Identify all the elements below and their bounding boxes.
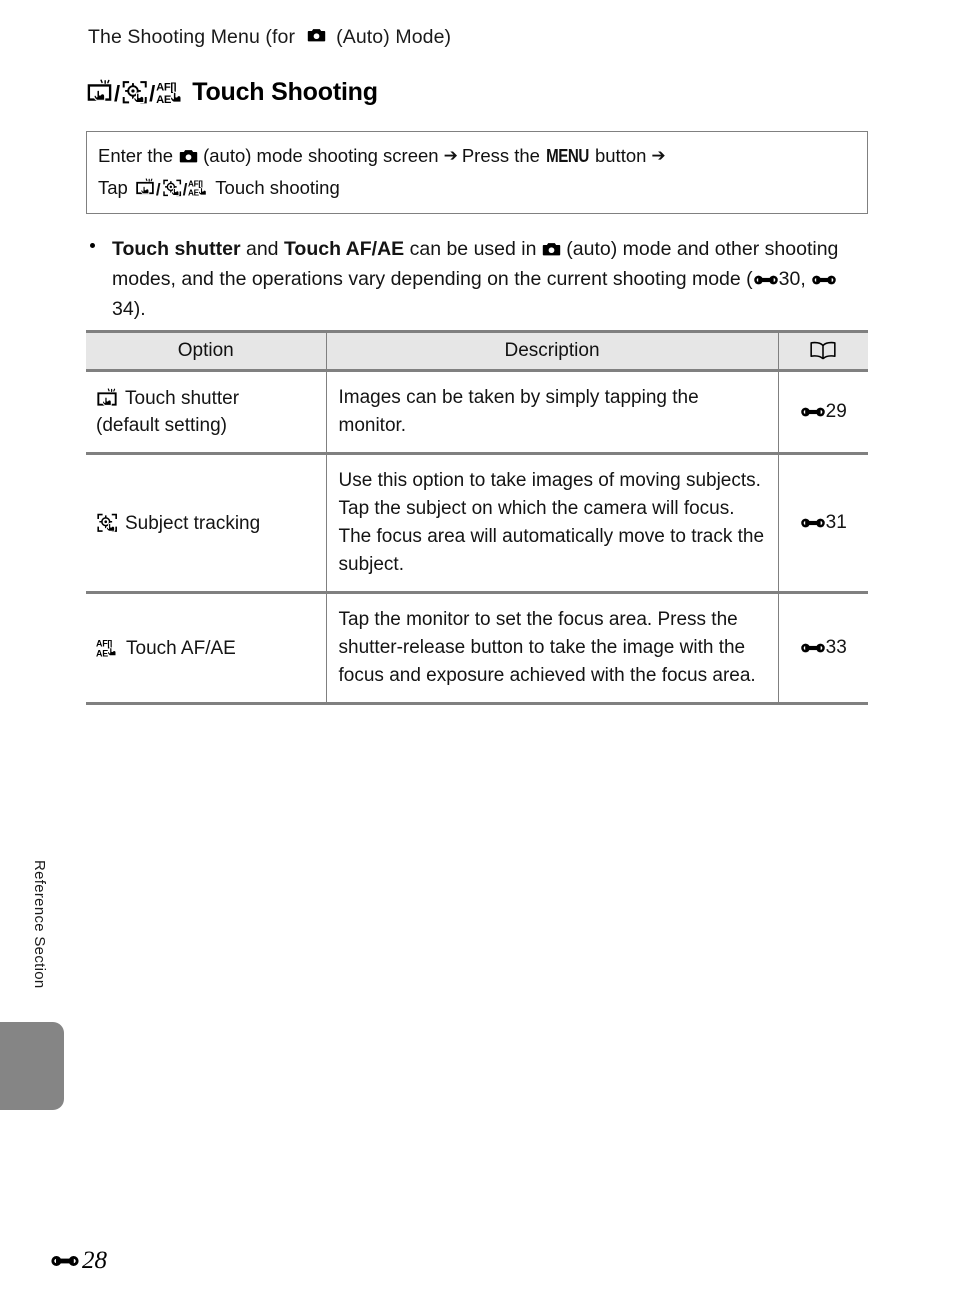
bullet-text-and: and bbox=[240, 238, 284, 260]
title-separator-1: / bbox=[114, 80, 121, 106]
page-title: / / Touch Shooting bbox=[86, 78, 378, 107]
bullet-bold-touch-shutter: Touch shutter bbox=[112, 238, 241, 260]
reference-symbol-icon bbox=[800, 641, 826, 655]
procedure-box: Enter the (auto) mode shooting screen ➔ … bbox=[86, 131, 868, 214]
cell-description: Images can be taken by simply tapping th… bbox=[325, 370, 779, 455]
procedure-text-touch-shooting: Touch shooting bbox=[215, 177, 340, 198]
touch-shutter-icon bbox=[135, 178, 155, 198]
reference-symbol-icon bbox=[800, 516, 826, 530]
table-row: Touch shutter (default setting) Images c… bbox=[86, 370, 868, 455]
camera-icon bbox=[542, 241, 561, 257]
procedure-text-enter: Enter the bbox=[98, 145, 174, 166]
bullet-list: Touch shutter and Touch AF/AE can be use… bbox=[90, 234, 870, 324]
camera-icon bbox=[307, 27, 326, 43]
side-tab-label: Reference Section bbox=[31, 860, 48, 989]
subject-tracking-icon bbox=[162, 178, 182, 198]
reference-symbol-icon bbox=[800, 405, 826, 419]
bullet-ref-30: 30 bbox=[778, 268, 801, 290]
option-label-line: Touch shutter bbox=[96, 385, 318, 412]
cell-option: Subject tracking bbox=[86, 453, 326, 594]
cell-reference: 31 bbox=[778, 453, 868, 594]
reference-symbol-icon bbox=[50, 1253, 80, 1269]
procedure-text-button: button bbox=[594, 145, 647, 166]
touch-shutter-icon bbox=[86, 79, 113, 106]
separator-1: / bbox=[155, 179, 161, 199]
touch-af-ae-icon bbox=[156, 79, 185, 106]
procedure-line-1: Enter the (auto) mode shooting screen ➔ … bbox=[98, 145, 670, 167]
column-header-option: Option bbox=[86, 330, 326, 372]
running-head: The Shooting Menu (for (Auto) Mode) bbox=[88, 26, 451, 49]
page-footer: 28 bbox=[50, 1247, 107, 1275]
reference-symbol-icon bbox=[753, 273, 779, 287]
table-row: Subject tracking Use this option to take… bbox=[86, 453, 868, 594]
touch-shutter-icon bbox=[96, 388, 118, 410]
touch-af-ae-icon bbox=[96, 637, 119, 659]
cell-reference: 29 bbox=[778, 370, 868, 455]
list-item: Touch shutter and Touch AF/AE can be use… bbox=[112, 234, 870, 324]
table-header-row: Option Description bbox=[86, 330, 868, 372]
reference-symbol-icon bbox=[811, 273, 837, 287]
arrow-icon: ➔ bbox=[443, 146, 458, 166]
cell-reference: 33 bbox=[778, 592, 868, 705]
menu-button-glyph: MENU bbox=[546, 145, 589, 166]
column-header-description: Description bbox=[325, 330, 778, 372]
bullet-text-canbeused: can be used in bbox=[404, 238, 542, 260]
bullet-comma: , bbox=[800, 268, 812, 290]
procedure-text-mode: (auto) mode shooting screen bbox=[203, 145, 439, 166]
procedure-line-2: Tap / / Touch shooting bbox=[98, 177, 340, 199]
camera-icon bbox=[179, 148, 198, 164]
bullet-end: ). bbox=[133, 298, 146, 320]
manual-page: The Shooting Menu (for (Auto) Mode) / / … bbox=[0, 0, 954, 1314]
option-name: Subject tracking bbox=[125, 512, 261, 534]
reference-page: 33 bbox=[825, 637, 847, 658]
option-label-line: Touch AF/AE bbox=[96, 635, 318, 662]
option-name: Touch AF/AE bbox=[126, 637, 236, 659]
bullet-marker bbox=[90, 243, 95, 248]
column-header-reference bbox=[777, 330, 868, 372]
procedure-text-press: Press the bbox=[461, 145, 540, 166]
table-row: Touch AF/AE Tap the monitor to set the f… bbox=[86, 592, 868, 705]
cell-description: Use this option to take images of moving… bbox=[325, 453, 779, 594]
option-subtext: (default setting) bbox=[96, 415, 227, 436]
bullet-ref-34: 34 bbox=[112, 298, 134, 320]
reference-page: 31 bbox=[825, 512, 847, 533]
subject-tracking-icon bbox=[121, 79, 148, 106]
option-label-line: Subject tracking bbox=[96, 510, 318, 537]
cell-description: Tap the monitor to set the focus area. P… bbox=[325, 592, 779, 705]
cell-option: Touch AF/AE bbox=[86, 592, 326, 705]
title-separator-2: / bbox=[149, 80, 156, 106]
reference-page: 29 bbox=[825, 401, 847, 422]
option-name: Touch shutter bbox=[125, 388, 240, 409]
book-icon bbox=[810, 341, 836, 360]
page-number: 28 bbox=[82, 1247, 107, 1274]
options-table: Option Description Touch shutter (defaul… bbox=[86, 330, 868, 705]
side-tab-marker bbox=[0, 1022, 64, 1110]
running-head-post: (Auto) Mode) bbox=[336, 26, 452, 48]
cell-option: Touch shutter (default setting) bbox=[86, 370, 326, 455]
arrow-icon: ➔ bbox=[651, 146, 666, 166]
bullet-bold-touch-af-ae: Touch AF/AE bbox=[283, 238, 405, 260]
running-head-pre: The Shooting Menu (for bbox=[88, 26, 296, 48]
subject-tracking-icon bbox=[96, 512, 118, 534]
page-title-text: Touch Shooting bbox=[192, 78, 378, 106]
touch-af-ae-icon bbox=[188, 178, 209, 198]
separator-2: / bbox=[182, 179, 188, 199]
procedure-text-tap: Tap bbox=[98, 177, 128, 198]
